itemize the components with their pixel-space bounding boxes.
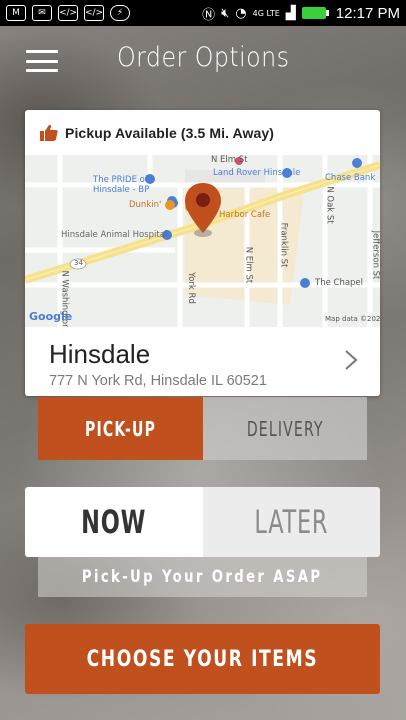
clock: 12:17 PM	[335, 4, 400, 22]
code-icon: </>	[84, 5, 104, 21]
order-time-toggle: NOW LATER	[25, 487, 380, 557]
map-label: Land Rover Hinsdale	[213, 168, 301, 178]
pickup-label: PICK-UP	[84, 416, 157, 441]
network-type: 4G LTE	[252, 8, 280, 18]
map-label: Hinsdale Animal Hospital	[61, 230, 168, 240]
google-logo: Google	[29, 310, 73, 323]
order-type-toggle: PICK-UP DELIVERY	[38, 397, 367, 460]
map-label: N Elm St	[243, 246, 254, 284]
choose-items-button[interactable]: CHOOSE YOUR ITEMS	[25, 624, 380, 694]
app-header: Order Options	[0, 26, 406, 96]
map-label: Jefferson St	[370, 230, 380, 280]
map-label: Dunkin'	[129, 200, 162, 210]
store-map[interactable]: N Elm St Land Rover Hinsdale Chase Bank …	[25, 155, 380, 327]
now-label: NOW	[81, 503, 147, 541]
status-bar: M ✉ </> </> ⚡ Ⓝ 🔇︎ ◔ 4G LTE ▟ 12:17 PM	[0, 0, 406, 26]
order-time-subtitle: Pick-Up Your Order ASAP	[38, 557, 367, 597]
hamburger-menu-icon[interactable]	[26, 50, 58, 72]
map-attribution: Map data ©2020	[325, 315, 380, 323]
location-card: Pickup Available (3.5 Mi. Away) N Elm St…	[25, 110, 380, 396]
messenger-icon: ⚡	[110, 5, 130, 21]
map-label: N Elm St	[211, 155, 248, 165]
map-label: Franklin St	[278, 222, 289, 268]
store-address: 777 N York Rd, Hinsdale IL 60521	[49, 373, 267, 389]
map-label: York Rd	[185, 272, 196, 304]
gmail-icon: M	[6, 5, 26, 21]
signal-icon: ▟	[285, 5, 296, 21]
map-label: Hinsdale - BP	[93, 185, 150, 195]
chevron-right-icon	[345, 350, 358, 370]
asap-text: Pick-Up Your Order ASAP	[82, 567, 323, 587]
code-icon: </>	[58, 5, 78, 21]
pickup-status-text: Pickup Available (3.5 Mi. Away)	[65, 124, 275, 141]
map-label: Harbor Cafe	[219, 210, 271, 220]
store-select-row[interactable]: Hinsdale 777 N York Rd, Hinsdale IL 6052…	[25, 327, 380, 396]
page-title: Order Options	[117, 42, 290, 73]
choose-items-label: CHOOSE YOUR ITEMS	[86, 646, 319, 672]
pickup-availability: Pickup Available (3.5 Mi. Away)	[25, 110, 380, 155]
map-label: Chase Bank	[325, 173, 376, 183]
nfc-icon: Ⓝ	[202, 7, 216, 23]
route-shield: 34	[74, 259, 83, 267]
mute-icon: 🔇︎	[221, 5, 230, 21]
delivery-label: DELIVERY	[246, 416, 324, 441]
pickup-button[interactable]: PICK-UP	[38, 397, 203, 460]
delivery-button[interactable]: DELIVERY	[203, 397, 367, 460]
store-name: Hinsdale	[49, 339, 151, 369]
later-button[interactable]: LATER	[203, 487, 380, 557]
battery-icon	[301, 7, 329, 19]
map-label: The PRIDE of	[93, 175, 148, 185]
map-pin-icon	[185, 183, 221, 237]
map-label: N Oak St	[324, 186, 335, 224]
wifi-icon: ◔	[235, 5, 247, 21]
map-label: The Chapel	[315, 278, 364, 288]
email-icon: ✉	[32, 5, 52, 21]
now-button[interactable]: NOW	[25, 487, 203, 557]
thumbs-up-icon	[40, 124, 58, 141]
later-label: LATER	[254, 503, 329, 541]
